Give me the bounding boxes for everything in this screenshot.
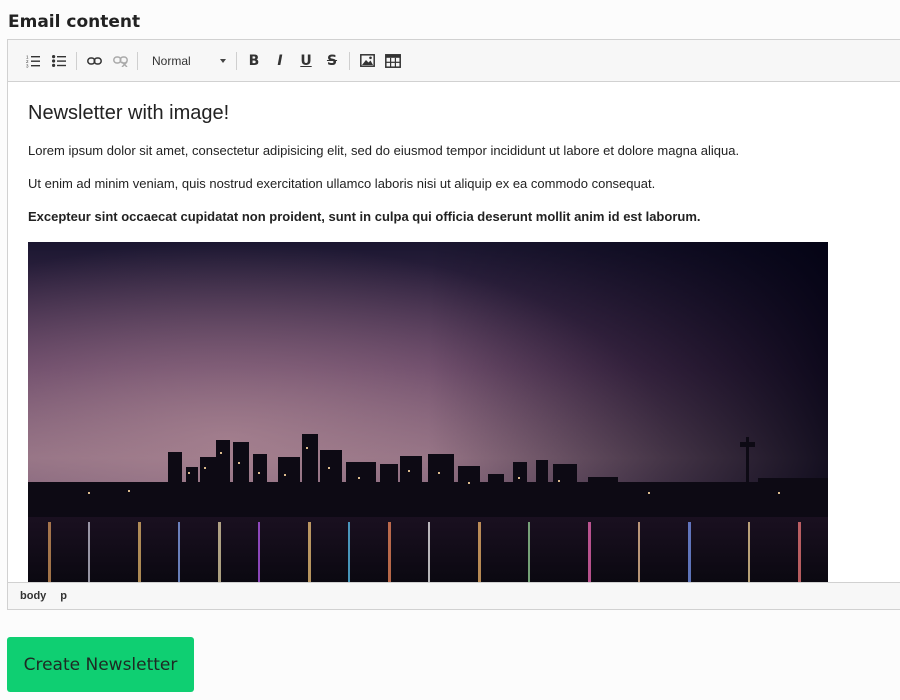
path-item-body[interactable]: body [20, 590, 46, 602]
italic-button[interactable]: I [267, 48, 293, 74]
table-icon [385, 53, 401, 68]
strikethrough-button[interactable]: S [319, 48, 345, 74]
content-paragraph-1: Lorem ipsum dolor sit amet, consectetur … [28, 143, 740, 158]
insert-table-button[interactable] [380, 48, 406, 74]
format-select-value: Normal [152, 53, 191, 68]
image-icon [359, 54, 375, 67]
underline-button[interactable]: U [293, 48, 319, 74]
svg-text:3: 3 [26, 63, 29, 68]
toolbar-separator [137, 51, 138, 70]
bullet-list-icon [52, 54, 66, 67]
toolbar-separator [349, 51, 350, 70]
strikethrough-icon: S [326, 52, 338, 69]
italic-icon: I [277, 52, 283, 69]
section-label: Email content [8, 12, 141, 32]
toolbar-separator [236, 51, 237, 70]
insert-image-button[interactable] [354, 48, 380, 74]
ordered-list-icon: 1 2 3 [26, 54, 40, 68]
editor-toolbar: 1 2 3 Normal B I U S [8, 40, 900, 82]
bold-button[interactable]: B [241, 48, 267, 74]
city-skyline-image[interactable] [28, 242, 828, 582]
element-path-bar: body p [8, 582, 900, 609]
chevron-down-icon [220, 58, 226, 63]
underline-icon: U [300, 52, 312, 69]
link-button[interactable] [81, 48, 107, 74]
unlink-button[interactable] [107, 48, 133, 74]
content-heading: Newsletter with image! [28, 102, 230, 124]
bold-icon: B [248, 52, 260, 69]
path-item-p[interactable]: p [60, 590, 67, 602]
link-icon [86, 56, 102, 65]
format-select[interactable]: Normal [142, 48, 232, 74]
bullet-list-button[interactable] [46, 48, 72, 74]
content-paragraph-2: Ut enim ad minim veniam, quis nostrud ex… [28, 176, 656, 191]
unlink-icon [112, 55, 128, 67]
create-newsletter-button[interactable]: Create Newsletter [7, 637, 194, 692]
rich-text-editor: 1 2 3 Normal B I U S Newsletter with ima… [7, 39, 900, 610]
content-paragraph-3: Excepteur sint occaecat cupidatat non pr… [28, 209, 701, 224]
ordered-list-button[interactable]: 1 2 3 [20, 48, 46, 74]
toolbar-separator [76, 51, 77, 70]
editor-content[interactable]: Newsletter with image! Lorem ipsum dolor… [8, 83, 900, 582]
